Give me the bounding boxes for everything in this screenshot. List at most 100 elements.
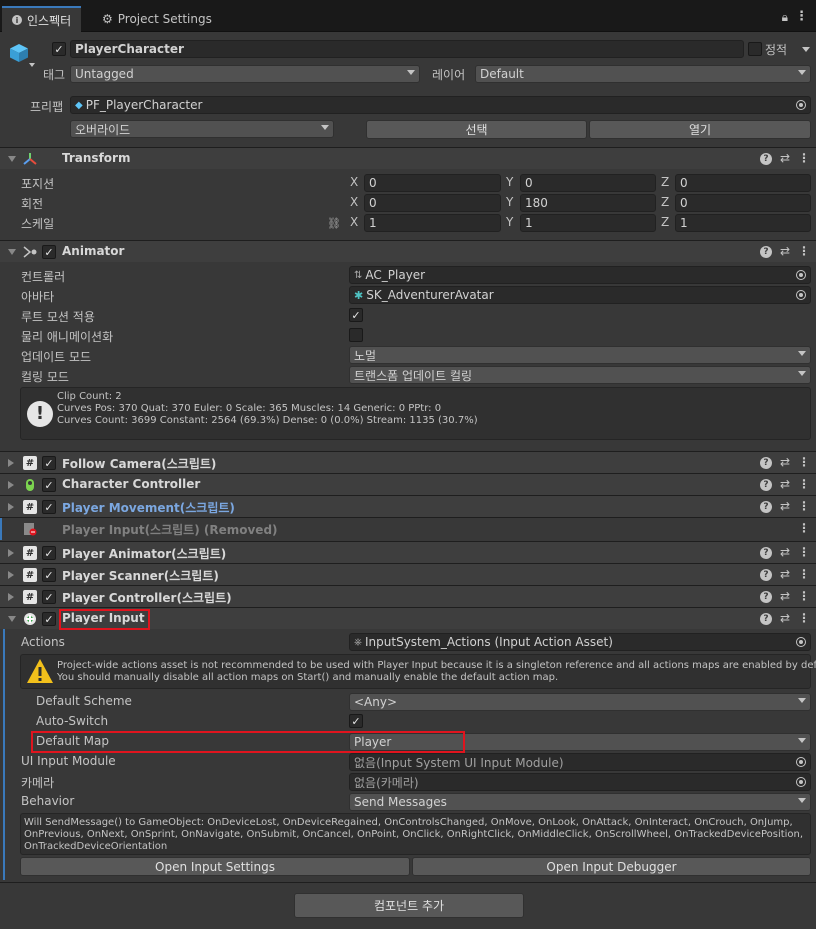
position-x-input[interactable]: 0 [364,174,501,192]
presets-icon[interactable]: ⇄ [780,499,790,513]
actions-field[interactable]: ⎈ InputSystem_Actions (Input Action Asse… [349,633,811,651]
object-picker-icon[interactable] [796,270,806,280]
help-icon[interactable]: ? [759,591,772,603]
component-menu-icon[interactable]: ⋮ [798,545,810,559]
animator-header[interactable]: ✓ Animator ? ⇄ ⋮ [0,240,816,262]
more-menu-icon[interactable]: ⋮ [795,9,808,24]
component-menu-icon[interactable]: ⋮ [798,455,810,469]
help-icon[interactable]: ? [759,153,772,165]
component-menu-icon[interactable]: ⋮ [798,244,810,258]
object-picker-icon[interactable] [796,757,806,767]
auto-switch-checkbox[interactable]: ✓ [349,714,363,728]
follow-camera-header[interactable]: # ✓ Follow Camera(스크립트) ? ⇄ ⋮ [0,451,816,473]
component-menu-icon[interactable]: ⋮ [798,521,810,535]
controller-field[interactable]: ⇅ AC_Player [349,266,811,284]
behavior-dropdown[interactable]: Send Messages [349,793,811,811]
foldout-arrow-icon[interactable] [8,481,14,489]
component-menu-icon[interactable]: ⋮ [798,567,810,581]
tag-dropdown[interactable]: Untagged [70,65,420,83]
lock-icon[interactable]: 🔒︎ [782,10,788,25]
position-y-input[interactable]: 0 [520,174,656,192]
overrides-dropdown[interactable]: 오버라이드 [70,120,334,138]
rotation-x-input[interactable]: 0 [364,194,501,212]
animate-physics-checkbox[interactable] [349,328,363,342]
add-component-button[interactable]: 컴포넌트 추가 [294,893,524,918]
character-controller-enabled-checkbox[interactable]: ✓ [42,478,56,492]
icon-dropdown-arrow[interactable] [29,63,35,67]
player-input-removed-header[interactable]: Player Input(스크립트) (Removed) ⋮ [0,517,816,540]
presets-icon[interactable]: ⇄ [780,545,790,559]
update-mode-dropdown[interactable]: 노멀 [349,346,811,364]
animator-enabled-checkbox[interactable]: ✓ [42,245,56,259]
player-animator-header[interactable]: # ✓ Player Animator(스크립트) ? ⇄ ⋮ [0,541,816,563]
component-menu-icon[interactable]: ⋮ [798,589,810,603]
help-icon[interactable]: ? [759,569,772,581]
rotation-z-input[interactable]: 0 [675,194,811,212]
object-picker-icon[interactable] [796,100,806,110]
foldout-arrow-icon[interactable] [8,459,14,467]
component-menu-icon[interactable]: ⋮ [798,611,810,625]
scale-x-input[interactable]: 1 [364,214,501,232]
tab-project-settings[interactable]: ⚙ Project Settings [92,6,222,32]
player-controller-enabled-checkbox[interactable]: ✓ [42,590,56,604]
scale-z-input[interactable]: 1 [675,214,811,232]
component-menu-icon[interactable]: ⋮ [798,151,810,165]
player-movement-header[interactable]: # ✓ Player Movement(스크립트) ? ⇄ ⋮ [0,495,816,517]
object-picker-icon[interactable] [796,777,806,787]
open-input-debugger-button[interactable]: Open Input Debugger [412,857,811,876]
prefab-select-button[interactable]: 선택 [366,120,587,139]
prefab-asset-field[interactable]: ◆ PF_PlayerCharacter [70,96,811,114]
player-scanner-enabled-checkbox[interactable]: ✓ [42,568,56,582]
camera-field[interactable]: 없음(카메라) [349,773,811,791]
culling-mode-dropdown[interactable]: 트랜스폼 업데이트 컬링 [349,366,811,384]
help-icon[interactable]: ? [759,479,772,491]
constrain-proportions-icon[interactable]: ⛓︎ [327,217,341,230]
presets-icon[interactable]: ⇄ [780,455,790,469]
help-icon[interactable]: ? [759,501,772,513]
rotation-y-input[interactable]: 180 [520,194,656,212]
gameobject-name-input[interactable]: PlayerCharacter [70,40,744,58]
help-icon[interactable]: ? [759,246,772,258]
foldout-arrow-icon[interactable] [8,593,14,601]
foldout-arrow-icon[interactable] [8,571,14,579]
presets-icon[interactable]: ⇄ [780,477,790,491]
open-input-settings-button[interactable]: Open Input Settings [20,857,410,876]
default-scheme-dropdown[interactable]: <Any> [349,693,811,711]
help-icon[interactable]: ? [759,547,772,559]
ui-input-module-field[interactable]: 없음(Input System UI Input Module) [349,753,811,771]
player-movement-enabled-checkbox[interactable]: ✓ [42,500,56,514]
presets-icon[interactable]: ⇄ [780,567,790,581]
object-picker-icon[interactable] [796,637,806,647]
foldout-arrow-icon[interactable] [8,503,14,511]
presets-icon[interactable]: ⇄ [780,611,790,625]
foldout-arrow-icon[interactable] [8,249,16,255]
help-icon[interactable]: ? [759,457,772,469]
help-icon[interactable]: ? [759,613,772,625]
player-scanner-header[interactable]: # ✓ Player Scanner(스크립트) ? ⇄ ⋮ [0,563,816,585]
position-z-input[interactable]: 0 [675,174,811,192]
player-animator-enabled-checkbox[interactable]: ✓ [42,546,56,560]
transform-header[interactable]: Transform ? ⇄ ⋮ [0,147,816,169]
character-controller-header[interactable]: ✓ Character Controller ? ⇄ ⋮ [0,473,816,495]
layer-dropdown[interactable]: Default [475,65,811,83]
follow-camera-enabled-checkbox[interactable]: ✓ [42,456,56,470]
presets-icon[interactable]: ⇄ [780,589,790,603]
tab-inspector[interactable]: i 인스펙터 [2,6,82,32]
object-picker-icon[interactable] [796,290,806,300]
player-controller-header[interactable]: # ✓ Player Controller(스크립트) ? ⇄ ⋮ [0,585,816,607]
presets-icon[interactable]: ⇄ [780,244,790,258]
prefab-open-button[interactable]: 열기 [589,120,811,139]
foldout-arrow-icon[interactable] [8,156,16,162]
apply-root-motion-checkbox[interactable]: ✓ [349,308,363,322]
static-dropdown-arrow[interactable] [802,47,810,52]
active-toggle[interactable]: ✓ [52,42,66,56]
scale-y-input[interactable]: 1 [520,214,656,232]
static-checkbox[interactable] [748,42,762,56]
component-menu-icon[interactable]: ⋮ [798,499,810,513]
foldout-arrow-icon[interactable] [8,616,16,622]
player-input-enabled-checkbox[interactable]: ✓ [42,612,56,626]
presets-icon[interactable]: ⇄ [780,151,790,165]
avatar-field[interactable]: ✱ SK_AdventurerAvatar [349,286,811,304]
component-menu-icon[interactable]: ⋮ [798,477,810,491]
foldout-arrow-icon[interactable] [8,549,14,557]
